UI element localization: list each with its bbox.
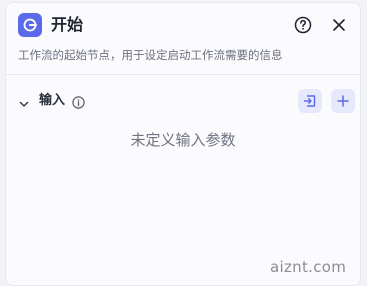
input-section-header: 输入 bbox=[6, 89, 360, 113]
empty-state-message: 未定义输入参数 bbox=[130, 131, 236, 149]
panel-header: 开始 工作流的起始节点，用于设定启动工作流需要的信息 bbox=[6, 3, 360, 75]
start-node-panel: 开始 工作流的起始节点，用于设定启动工作流需要的信息 输入 未定义输入参数 bbox=[5, 2, 361, 286]
plus-icon bbox=[337, 95, 349, 107]
close-icon bbox=[333, 19, 345, 31]
chevron-down-icon bbox=[19, 101, 29, 107]
start-node-icon bbox=[18, 13, 42, 37]
input-section-title: 输入 bbox=[39, 93, 66, 108]
header-divider bbox=[6, 74, 360, 75]
close-button[interactable] bbox=[330, 16, 348, 34]
watermark: aiznt.com bbox=[270, 258, 347, 276]
panel-description: 工作流的起始节点，用于设定启动工作流需要的信息 bbox=[18, 48, 283, 62]
info-icon[interactable] bbox=[72, 94, 85, 109]
add-parameter-button[interactable] bbox=[331, 89, 355, 113]
import-button[interactable] bbox=[298, 89, 322, 113]
panel-title: 开始 bbox=[51, 15, 84, 34]
question-circle-icon bbox=[294, 16, 312, 34]
collapse-toggle[interactable] bbox=[18, 95, 30, 107]
help-button[interactable] bbox=[294, 16, 312, 34]
import-icon bbox=[303, 95, 316, 107]
